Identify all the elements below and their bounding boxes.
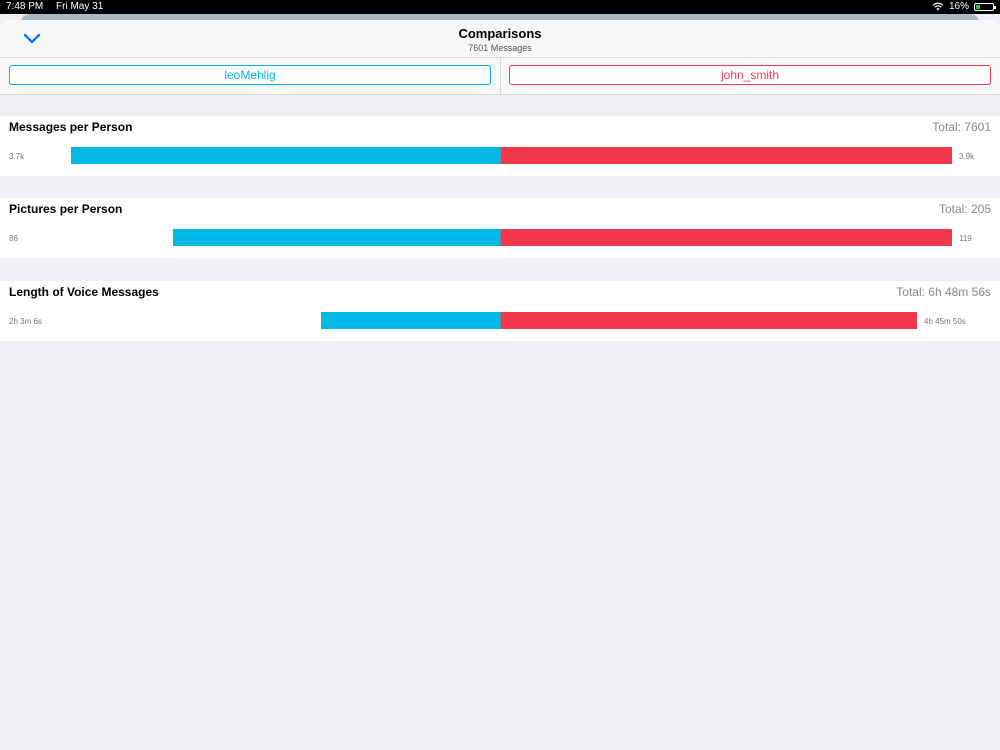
chart-title: Length of Voice Messages: [9, 285, 159, 299]
participant-divider: [500, 58, 501, 94]
right-value-label: 3.9k: [959, 152, 975, 161]
center-line: [500, 229, 501, 246]
participant-a-button[interactable]: leoMehlig: [9, 65, 491, 85]
page-subtitle: 7601 Messages: [468, 43, 532, 53]
status-date: Fri May 31: [56, 1, 104, 12]
left-bar: [173, 229, 500, 246]
right-bar: [500, 312, 917, 329]
left-bar: [321, 312, 500, 329]
navigation-header: Comparisons 7601 Messages: [0, 20, 1000, 58]
chart-title: Messages per Person: [9, 120, 133, 134]
chart-title: Pictures per Person: [9, 202, 123, 216]
participant-b-button[interactable]: john_smith: [509, 65, 991, 85]
chart-total: Total: 6h 48m 56s: [896, 285, 991, 299]
pictures-comparison-card: Pictures per Person Total: 205 86 119: [0, 198, 1000, 258]
left-bar: [71, 147, 500, 164]
messages-comparison-card: Messages per Person Total: 7601 3.7k 3.9…: [0, 116, 1000, 176]
center-line: [500, 312, 501, 329]
battery-percentage: 16%: [948, 1, 969, 12]
right-value-label: 4h 45m 50s: [924, 317, 966, 326]
center-line: [500, 147, 501, 164]
status-time: 7:48 PM: [6, 1, 44, 12]
right-bar: [500, 147, 952, 164]
chart-total: Total: 7601: [932, 120, 991, 134]
left-value-label: 3.7k: [9, 152, 25, 161]
wifi-icon: [932, 2, 944, 11]
participant-bar: leoMehlig john_smith: [0, 58, 1000, 95]
battery-icon: [974, 2, 996, 11]
left-value-label: 86: [9, 234, 18, 243]
chart-total: Total: 205: [938, 202, 991, 216]
right-bar: [500, 229, 952, 246]
status-bar: 7:48 PM Fri May 31 16%: [0, 0, 1000, 14]
left-value-label: 2h 3m 6s: [9, 317, 42, 326]
page-title: Comparisons: [458, 26, 542, 41]
right-value-label: 119: [959, 234, 972, 243]
voice-length-comparison-card: Length of Voice Messages Total: 6h 48m 5…: [0, 281, 1000, 341]
